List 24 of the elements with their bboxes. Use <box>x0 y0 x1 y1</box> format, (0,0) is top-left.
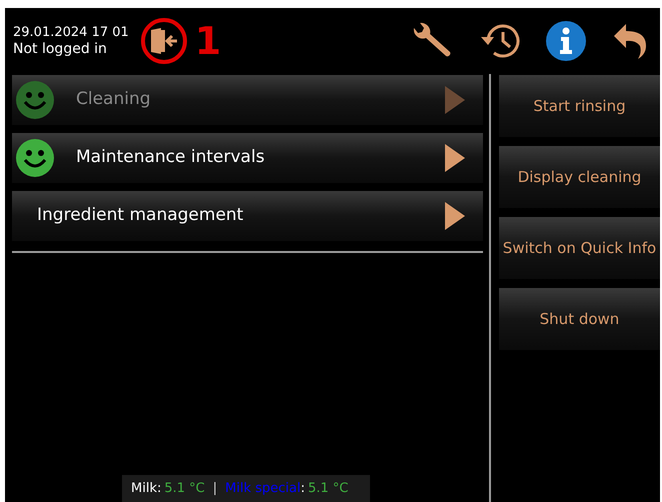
info-icon[interactable] <box>546 21 586 61</box>
menu-item[interactable]: Ingredient management <box>12 191 483 241</box>
temperature-value: 5.1 °C <box>308 480 348 498</box>
action-button[interactable]: Start rinsing <box>499 75 660 137</box>
colon: : <box>300 480 305 498</box>
action-button[interactable]: Shut down <box>499 288 660 350</box>
callout-number: 1 <box>194 22 222 60</box>
back-arrow-icon[interactable] <box>612 22 648 60</box>
colon: : <box>156 480 162 498</box>
menu-item[interactable]: Maintenance intervals <box>12 133 483 183</box>
login-button[interactable] <box>140 18 187 64</box>
separator: | <box>212 480 218 498</box>
chevron-icon <box>443 142 467 174</box>
chevron-icon <box>443 84 467 116</box>
action-button[interactable]: Display cleaning <box>499 146 660 208</box>
login-status: Not logged in <box>13 41 108 58</box>
temperature-value: 5.1 °C <box>164 480 205 498</box>
history-icon[interactable] <box>478 22 520 60</box>
action-button[interactable]: Switch on Quick Info <box>499 217 660 279</box>
chevron-icon <box>443 200 467 232</box>
door-arrow-icon <box>148 28 179 54</box>
sensor-label: Milk special <box>225 480 301 498</box>
sensor-label: Milk <box>131 480 157 498</box>
date-time: 29.01.2024 17 01 <box>13 24 129 41</box>
